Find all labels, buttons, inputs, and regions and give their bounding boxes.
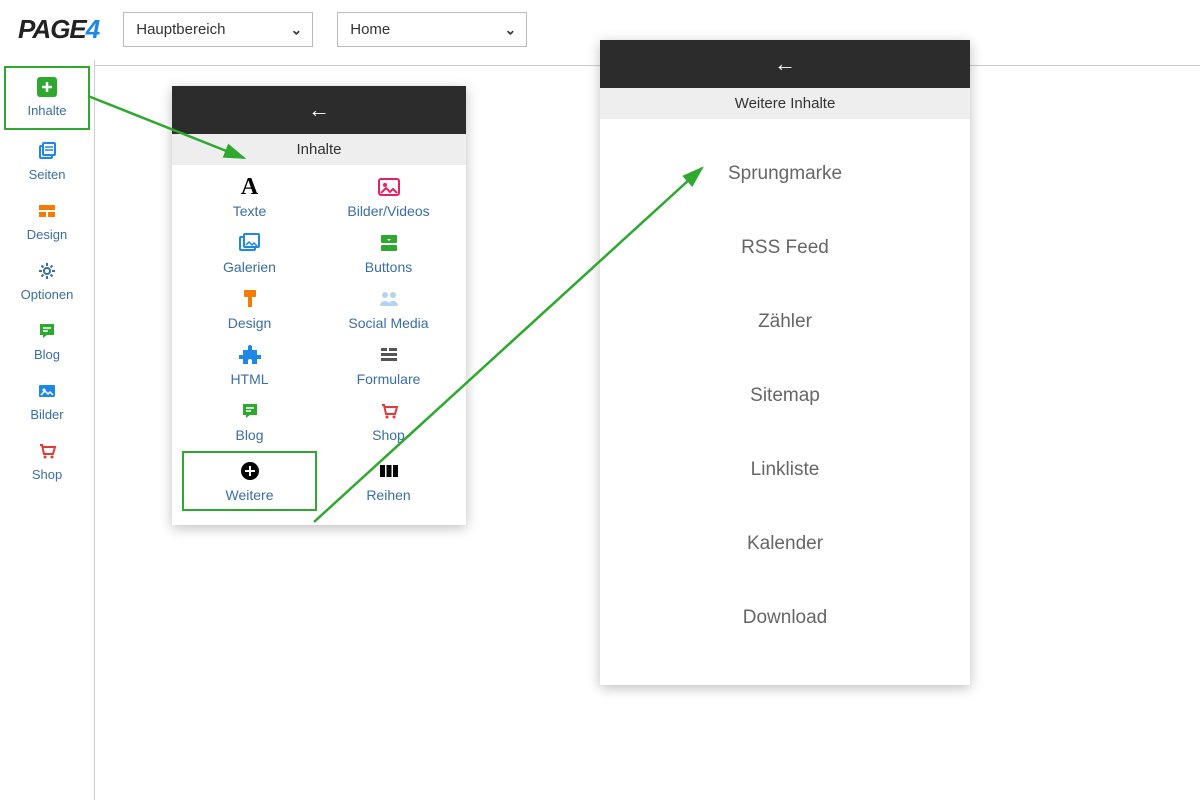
panel-back-button[interactable]: ← xyxy=(172,86,466,134)
logo-text: PAGE xyxy=(18,14,86,44)
list-item-kalender[interactable]: Kalender xyxy=(600,507,970,581)
image-icon xyxy=(36,380,58,402)
social-icon xyxy=(377,287,401,311)
design-icon xyxy=(36,200,58,222)
sidebar-item-label: Optionen xyxy=(21,287,74,302)
cell-bilder-videos[interactable]: Bilder/Videos xyxy=(319,169,458,225)
inhalte-panel: ← Inhalte A Texte Bilder/Videos Galerien… xyxy=(172,86,466,525)
panel-back-button[interactable]: ← xyxy=(600,40,970,88)
cell-shop[interactable]: Shop xyxy=(319,393,458,449)
sidebar-item-bilder[interactable]: Bilder xyxy=(0,372,94,432)
sidebar-item-optionen[interactable]: Optionen xyxy=(0,252,94,312)
cell-label: Blog xyxy=(235,427,263,443)
cell-label: Social Media xyxy=(348,315,428,331)
sidebar-item-blog[interactable]: Blog xyxy=(0,312,94,372)
cell-label: Formulare xyxy=(357,371,421,387)
button-icon xyxy=(377,231,401,255)
area-dropdown-value: Hauptbereich xyxy=(136,21,225,38)
panel-title: Weitere Inhalte xyxy=(600,88,970,119)
list-item-rss[interactable]: RSS Feed xyxy=(600,211,970,285)
sidebar-item-label: Bilder xyxy=(30,407,63,422)
cell-texte[interactable]: A Texte xyxy=(180,169,319,225)
cell-label: Texte xyxy=(233,203,266,219)
sidebar-item-label: Design xyxy=(27,227,67,242)
sidebar-item-label: Seiten xyxy=(29,167,66,182)
chevron-down-icon: ⌄ xyxy=(505,21,517,38)
cart-icon xyxy=(36,440,58,462)
cell-label: Galerien xyxy=(223,259,276,275)
content-grid: A Texte Bilder/Videos Galerien Buttons D… xyxy=(172,165,466,525)
blog-icon xyxy=(36,320,58,342)
form-icon xyxy=(377,343,401,367)
sidebar-item-label: Blog xyxy=(34,347,60,362)
sidebar-item-inhalte[interactable]: Inhalte xyxy=(4,66,90,130)
list-item-sprungmarke[interactable]: Sprungmarke xyxy=(600,137,970,211)
weitere-panel: ← Weitere Inhalte Sprungmarke RSS Feed Z… xyxy=(600,40,970,685)
cell-buttons[interactable]: Buttons xyxy=(319,225,458,281)
sidebar-item-shop[interactable]: Shop xyxy=(0,432,94,492)
page-dropdown-value: Home xyxy=(350,21,390,38)
sidebar-item-design[interactable]: Design xyxy=(0,192,94,252)
cell-html[interactable]: HTML xyxy=(180,337,319,393)
cell-social[interactable]: Social Media xyxy=(319,281,458,337)
cell-label: Design xyxy=(228,315,272,331)
area-dropdown[interactable]: Hauptbereich ⌄ xyxy=(123,12,313,47)
cell-label: HTML xyxy=(230,371,268,387)
sidebar: Inhalte Seiten Design Optionen Blog Bild… xyxy=(0,60,95,800)
list-item-zaehler[interactable]: Zähler xyxy=(600,285,970,359)
list-item-linkliste[interactable]: Linkliste xyxy=(600,433,970,507)
logo-accent: 4 xyxy=(86,14,99,44)
arrow-left-icon: ← xyxy=(774,51,796,77)
cell-reihen[interactable]: Reihen xyxy=(319,449,458,513)
columns-icon xyxy=(377,459,401,483)
sidebar-item-seiten[interactable]: Seiten xyxy=(0,132,94,192)
paint-icon xyxy=(238,287,262,311)
cell-weitere[interactable]: Weitere xyxy=(182,451,317,511)
weitere-list: Sprungmarke RSS Feed Zähler Sitemap Link… xyxy=(600,119,970,685)
page-dropdown[interactable]: Home ⌄ xyxy=(337,12,527,47)
image-icon xyxy=(377,175,401,199)
text-icon: A xyxy=(238,175,262,199)
blog-icon xyxy=(238,399,262,423)
pages-icon xyxy=(36,140,58,162)
cell-label: Buttons xyxy=(365,259,412,275)
cart-icon xyxy=(377,399,401,423)
cell-formulare[interactable]: Formulare xyxy=(319,337,458,393)
list-item-sitemap[interactable]: Sitemap xyxy=(600,359,970,433)
panel-title: Inhalte xyxy=(172,134,466,165)
plus-circle-icon xyxy=(238,459,262,483)
cell-label: Bilder/Videos xyxy=(347,203,429,219)
gear-icon xyxy=(36,260,58,282)
sidebar-item-label: Shop xyxy=(32,467,62,482)
logo: PAGE4 xyxy=(18,14,99,45)
puzzle-icon xyxy=(238,343,262,367)
cell-label: Shop xyxy=(372,427,405,443)
cell-label: Reihen xyxy=(366,487,410,503)
cell-galerien[interactable]: Galerien xyxy=(180,225,319,281)
gallery-icon xyxy=(238,231,262,255)
cell-blog[interactable]: Blog xyxy=(180,393,319,449)
sidebar-item-label: Inhalte xyxy=(27,103,66,118)
plus-icon xyxy=(36,76,58,98)
list-item-download[interactable]: Download xyxy=(600,581,970,655)
chevron-down-icon: ⌄ xyxy=(291,21,303,38)
cell-design[interactable]: Design xyxy=(180,281,319,337)
cell-label: Weitere xyxy=(226,487,274,503)
arrow-left-icon: ← xyxy=(308,97,330,123)
